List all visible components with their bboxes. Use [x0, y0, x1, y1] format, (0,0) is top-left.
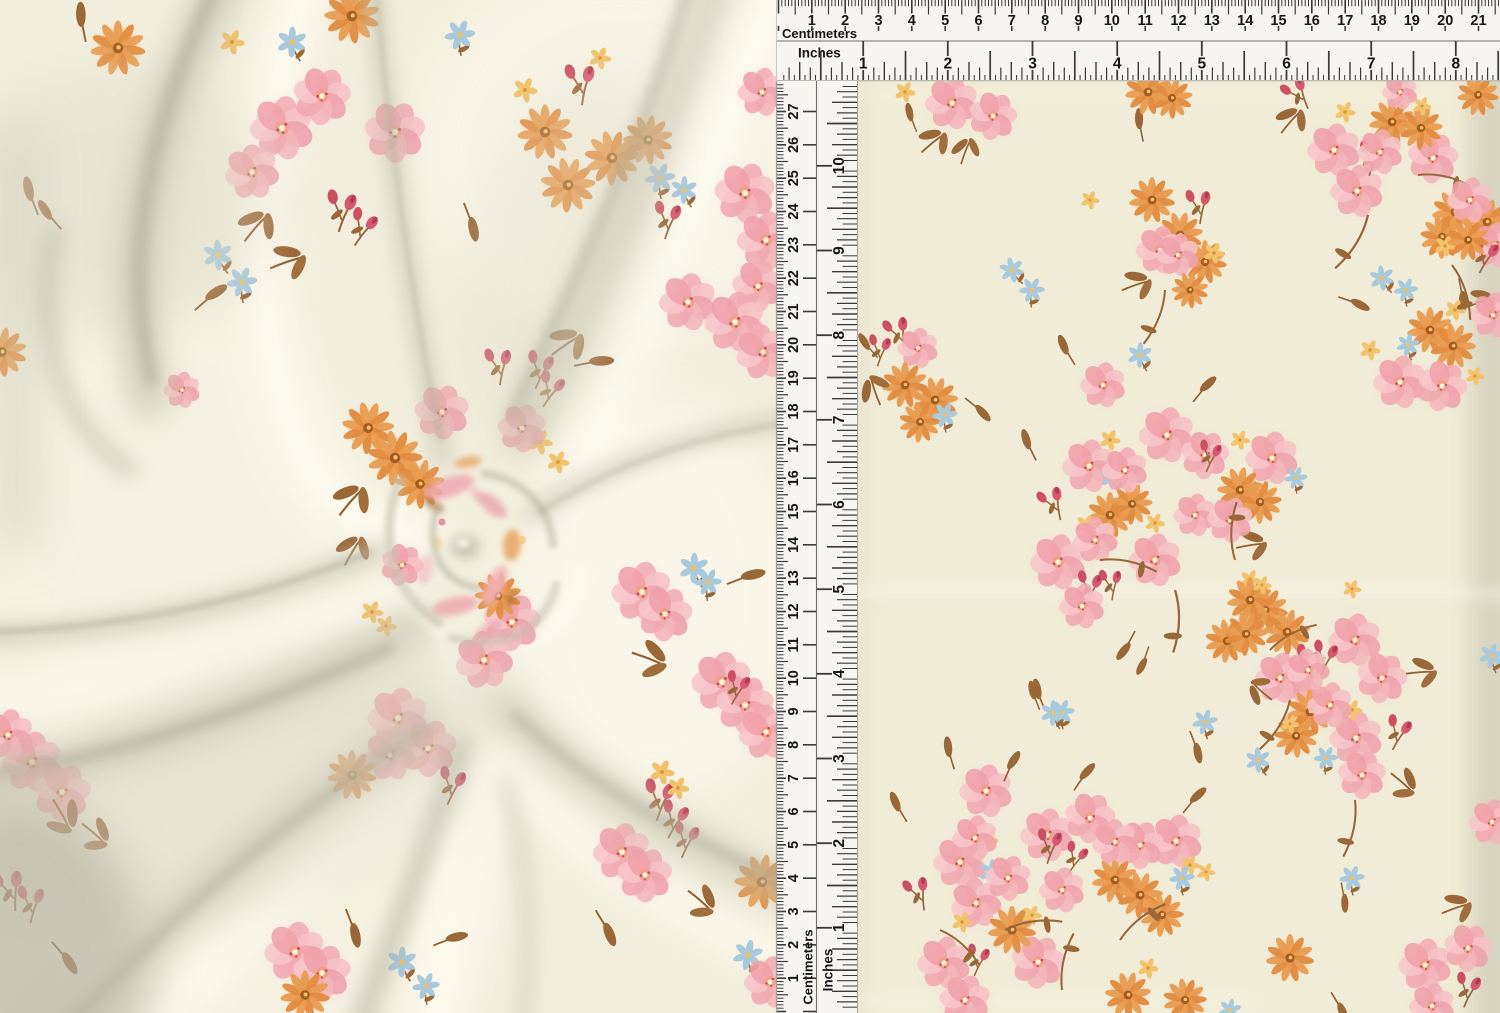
- svg-text:15: 15: [786, 503, 802, 519]
- svg-text:4: 4: [831, 669, 848, 678]
- svg-text:6: 6: [831, 500, 848, 509]
- svg-text:16: 16: [786, 470, 802, 486]
- svg-text:19: 19: [786, 370, 802, 386]
- svg-text:2: 2: [943, 56, 952, 73]
- svg-text:9: 9: [1074, 13, 1082, 29]
- svg-text:2: 2: [831, 839, 848, 848]
- svg-text:24: 24: [786, 203, 802, 219]
- svg-text:10: 10: [831, 157, 848, 174]
- svg-text:7: 7: [1008, 13, 1016, 29]
- svg-text:18: 18: [786, 403, 802, 419]
- svg-text:16: 16: [1304, 13, 1320, 29]
- svg-text:1: 1: [859, 56, 868, 73]
- svg-text:19: 19: [1404, 13, 1420, 29]
- svg-text:8: 8: [1041, 13, 1049, 29]
- svg-text:11: 11: [786, 637, 802, 652]
- svg-text:17: 17: [786, 437, 802, 453]
- svg-text:26: 26: [786, 137, 802, 153]
- svg-text:14: 14: [1237, 13, 1253, 29]
- svg-text:3: 3: [786, 907, 802, 915]
- svg-text:7: 7: [831, 415, 848, 424]
- svg-text:7: 7: [1367, 56, 1376, 73]
- svg-text:25: 25: [786, 170, 802, 186]
- svg-text:6: 6: [1282, 56, 1291, 73]
- svg-text:18: 18: [1370, 13, 1386, 29]
- svg-text:12: 12: [786, 603, 802, 619]
- svg-text:12: 12: [1170, 13, 1186, 29]
- svg-text:Inches: Inches: [798, 46, 841, 61]
- svg-text:14: 14: [786, 537, 802, 553]
- svg-text:22: 22: [786, 270, 802, 286]
- svg-text:Centimeters: Centimeters: [782, 26, 857, 41]
- svg-text:11: 11: [1138, 13, 1153, 29]
- svg-text:8: 8: [1451, 56, 1460, 73]
- svg-text:15: 15: [1270, 13, 1286, 29]
- svg-text:5: 5: [831, 585, 848, 594]
- svg-text:21: 21: [1470, 13, 1486, 29]
- svg-text:8: 8: [786, 741, 802, 749]
- svg-text:1: 1: [831, 923, 848, 932]
- svg-text:5: 5: [786, 841, 802, 849]
- svg-text:23: 23: [786, 237, 802, 253]
- svg-text:6: 6: [974, 13, 982, 29]
- svg-text:6: 6: [786, 807, 802, 815]
- svg-text:13: 13: [1204, 13, 1220, 29]
- svg-text:4: 4: [786, 874, 802, 882]
- svg-text:5: 5: [1197, 56, 1206, 73]
- svg-text:20: 20: [786, 337, 802, 353]
- svg-text:10: 10: [786, 670, 802, 686]
- svg-text:Centimeters: Centimeters: [801, 929, 816, 1004]
- svg-text:5: 5: [941, 13, 949, 29]
- svg-text:27: 27: [786, 103, 802, 119]
- svg-text:9: 9: [831, 246, 848, 255]
- svg-text:10: 10: [1104, 13, 1120, 29]
- svg-text:17: 17: [1337, 13, 1353, 29]
- svg-text:3: 3: [831, 754, 848, 763]
- svg-text:13: 13: [786, 570, 802, 586]
- svg-text:3: 3: [874, 13, 882, 29]
- svg-text:21: 21: [786, 303, 802, 319]
- svg-text:20: 20: [1437, 13, 1453, 29]
- svg-text:9: 9: [786, 707, 802, 715]
- svg-text:3: 3: [1028, 56, 1037, 73]
- svg-text:7: 7: [786, 774, 802, 782]
- svg-text:4: 4: [1113, 56, 1122, 73]
- svg-text:8: 8: [831, 331, 848, 340]
- svg-text:4: 4: [908, 13, 916, 29]
- svg-text:Inches: Inches: [821, 949, 836, 992]
